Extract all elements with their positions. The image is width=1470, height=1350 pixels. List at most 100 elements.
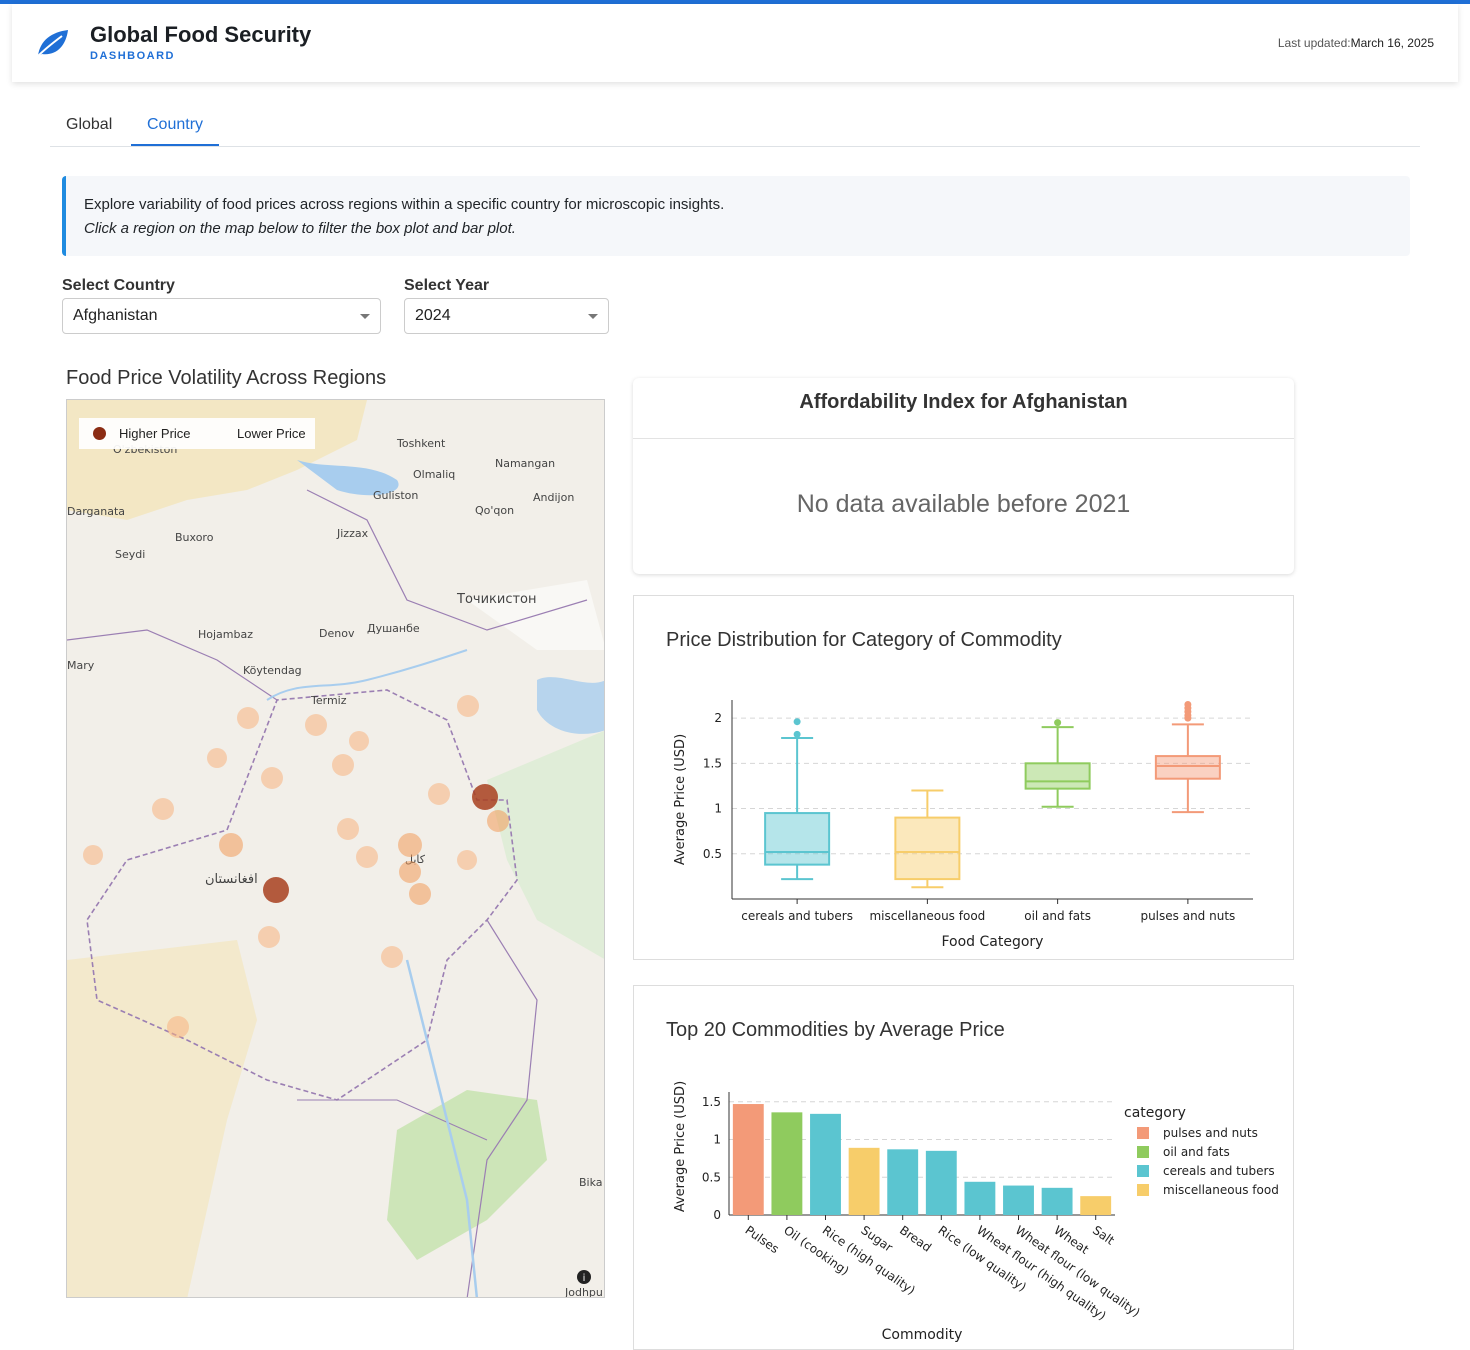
y-tick-label: 2 [714,711,722,725]
last-updated-value: March 16, 2025 [1350,36,1434,50]
app-header: Global Food Security DASHBOARD Last upda… [12,4,1458,82]
map-place-label: Mary [67,659,95,672]
map-place-label: Namangan [495,457,555,470]
info-hint: Click a region on the map below to filte… [84,220,516,237]
box-pulses-and-nuts[interactable] [1154,755,1221,780]
region-marker[interactable] [399,861,421,883]
last-updated: Last updated:March 16, 2025 [1278,36,1434,50]
bar-chart[interactable]: 00.511.5Pulses Oil (cooking)Rice (high qu… [634,986,1293,1349]
region-marker[interactable] [337,818,359,840]
bar-rice-low-quality-[interactable] [925,1150,957,1215]
map-place-label: Jizzax [336,527,369,540]
map-place-label: Toshkent [396,437,446,450]
region-marker[interactable] [152,798,174,820]
y-tick-label: 1 [713,1133,721,1147]
box-outlier[interactable] [793,718,801,726]
map-legend: Higher Price Lower Price [79,418,315,449]
tab-bar: Global Country [50,104,1420,147]
region-marker[interactable] [356,846,378,868]
y-tick-label: 1.5 [702,1095,721,1109]
x-tick-label: Bread [897,1223,934,1255]
map-title: Food Price Volatility Across Regions [66,367,387,389]
region-marker[interactable] [409,883,431,905]
app-subtitle: DASHBOARD [90,50,175,62]
map-place-label: Qo'qon [475,504,514,517]
leaf-logo-icon [37,30,68,57]
map-place-label: Seydi [115,548,145,561]
x-tick-label: cereals and tubers [741,909,853,923]
legend-label: miscellaneous food [1163,1183,1279,1197]
region-marker[interactable] [398,833,422,857]
region-marker[interactable] [83,845,103,865]
bar-bread[interactable] [887,1149,919,1215]
info-banner: Explore variability of food prices acros… [62,176,1410,256]
box-plot[interactable]: 0.5 1 1.5 2 cereals and tubers miscellaneous … [634,596,1293,959]
bar-wheat-flour-high-quality-[interactable] [964,1181,996,1215]
box-outlier[interactable] [1184,701,1192,709]
map-place-label: Душанбе [367,622,420,635]
box-outlier[interactable] [793,730,801,738]
tab-country[interactable]: Country [131,104,220,146]
y-axis-label: Average Price (USD) [673,734,688,865]
country-select[interactable]: Afghanistan [62,298,381,334]
legend-swatch [1137,1184,1149,1196]
box-plot-card: Price Distribution for Category of Commo… [633,595,1294,960]
map-place-label: Hojambaz [198,628,253,641]
region-marker[interactable] [219,833,243,857]
region-marker[interactable] [349,731,369,751]
x-tick-label: pulses and nuts [1140,909,1235,923]
region-marker[interactable] [487,810,509,832]
legend-swatch [1137,1146,1149,1158]
x-tick-label: Salt [1090,1223,1117,1248]
region-marker[interactable] [207,748,227,768]
year-select-label: Select Year [404,277,490,294]
x-axis-label: Food Category [942,934,1044,950]
region-marker[interactable] [261,767,283,789]
legend-swatch [1137,1127,1149,1139]
map-place-label: Bika [579,1176,603,1189]
map-place-label: Darganata [67,505,125,518]
tab-global[interactable]: Global [50,104,128,146]
bar-oil-cooking-[interactable] [771,1112,803,1215]
legend-title: category [1124,1105,1186,1121]
map-canvas[interactable]: Toshkent Olmaliq Namangan Guliston Andijon Qo… [67,400,605,1298]
region-marker[interactable] [305,714,327,736]
region-marker[interactable] [263,877,289,903]
box-cereals-and-tubers[interactable] [764,812,831,866]
bar-wheat[interactable] [1041,1187,1073,1215]
region-marker[interactable] [237,707,259,729]
year-select[interactable]: 2024 [404,298,609,334]
legend-high-swatch [93,427,106,440]
map-place-label: Köytendag [243,664,302,677]
bar-sugar[interactable] [848,1147,880,1215]
region-marker[interactable] [332,754,354,776]
region-marker[interactable] [381,946,403,968]
box-miscellaneous-food[interactable] [894,816,961,881]
bar-rice-high-quality-[interactable] [810,1113,841,1215]
box-outlier[interactable] [1054,719,1062,727]
bar-salt[interactable] [1080,1196,1112,1215]
bar-pulses[interactable] [732,1104,764,1215]
x-tick-label: miscellaneous food [869,909,985,923]
country-select-value: Afghanistan [73,307,158,324]
map-place-label: Точикистон [456,592,537,607]
region-marker[interactable] [428,783,450,805]
legend-label: pulses and nuts [1163,1126,1258,1140]
last-updated-label: Last updated: [1277,36,1351,50]
region-marker[interactable] [472,784,498,810]
bar-chart-card: Top 20 Commodities by Average Price 0 0.5… [633,985,1294,1350]
region-marker[interactable] [457,850,477,870]
country-select-label: Select Country [62,277,175,294]
x-tick-label: Pulses [743,1223,782,1256]
region-marker[interactable] [258,926,280,948]
legend-high-label: Higher Price [119,426,191,441]
legend-swatch [1137,1165,1149,1177]
region-map[interactable]: Toshkent Olmaliq Namangan Guliston Andijon Qo… [66,399,605,1298]
y-tick-label: 0 [713,1208,721,1222]
map-place-label: Termiz [310,694,347,707]
region-marker[interactable] [167,1016,189,1038]
bar-wheat-flour-low-quality-[interactable] [1003,1185,1034,1215]
region-marker[interactable] [457,695,479,717]
legend-label: cereals and tubers [1163,1164,1275,1178]
box-oil-and-fats[interactable] [1024,762,1091,790]
